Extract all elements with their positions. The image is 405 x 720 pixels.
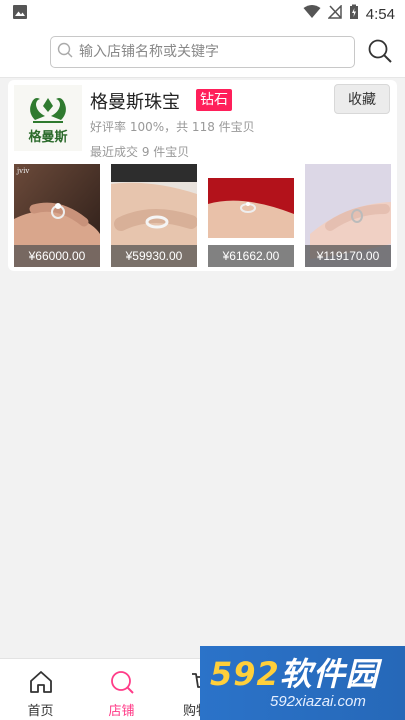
search-input[interactable] xyxy=(79,38,354,66)
home-icon xyxy=(28,669,54,695)
shop-rating-text: 好评率 100%，共 118 件宝贝 xyxy=(90,120,255,134)
wifi-icon xyxy=(303,5,321,23)
status-time: 4:54 xyxy=(365,5,395,23)
search-button[interactable] xyxy=(366,39,394,67)
product-price: ¥119170.00 xyxy=(305,245,391,267)
shop-logo-text: 格曼斯 xyxy=(28,129,68,145)
shop-card[interactable]: 格曼斯 格曼斯珠宝 钻石 收藏 好评率 100%，共 118 件宝贝 最近成交 … xyxy=(8,80,397,271)
search-box[interactable] xyxy=(50,36,355,68)
product-list: jviv ¥66000.00 ¥59930.00 ¥61662.00 ¥1191… xyxy=(14,164,391,267)
search-icon xyxy=(109,669,135,695)
product-item[interactable]: ¥61662.00 xyxy=(208,164,294,267)
watermark-title: 592软件园 xyxy=(210,655,379,693)
shop-name[interactable]: 格曼斯珠宝 xyxy=(90,88,180,114)
no-signal-icon xyxy=(326,4,342,23)
tab-shops[interactable]: 店铺 xyxy=(81,659,162,720)
tab-shops-label: 店铺 xyxy=(108,704,135,719)
product-price: ¥59930.00 xyxy=(111,245,197,267)
watermark-logo: 592软件园 592xiazai.com xyxy=(200,646,405,720)
shop-logo: 格曼斯 xyxy=(14,85,82,151)
search-icon xyxy=(367,38,393,68)
shop-recent-sales-text: 最近成交 9 件宝贝 xyxy=(90,145,190,159)
watermark-url: 592xiazai.com xyxy=(270,693,366,710)
status-icons: 4:54 xyxy=(303,4,395,24)
product-item[interactable]: ¥59930.00 xyxy=(111,164,197,267)
image-notification-icon xyxy=(12,4,28,24)
product-item[interactable]: ¥119170.00 xyxy=(305,164,391,267)
favorite-button[interactable]: 收藏 xyxy=(334,84,390,114)
tab-home[interactable]: 首页 xyxy=(0,659,81,720)
product-brand-tag: jviv xyxy=(17,167,30,175)
swan-logo-icon xyxy=(30,97,66,123)
shop-level-badge: 钻石 xyxy=(196,89,232,111)
search-bar xyxy=(0,28,405,78)
product-item[interactable]: jviv ¥66000.00 xyxy=(14,164,100,267)
tab-home-label: 首页 xyxy=(27,704,54,719)
product-price: ¥61662.00 xyxy=(208,245,294,267)
battery-icon xyxy=(349,4,359,24)
status-bar: 4:54 xyxy=(0,0,405,28)
product-price: ¥66000.00 xyxy=(14,245,100,267)
search-field-icon xyxy=(57,42,73,62)
